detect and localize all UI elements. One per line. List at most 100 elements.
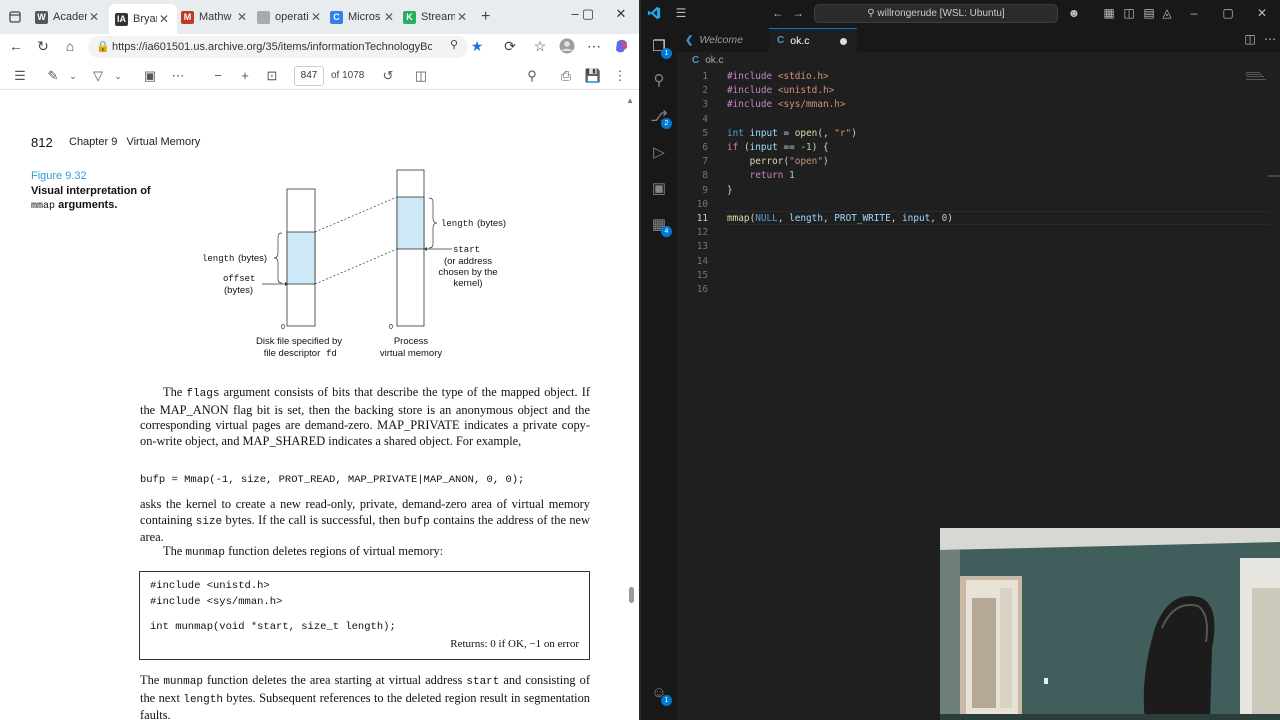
code-line[interactable]: perror("open")	[727, 156, 829, 167]
browser-tab-0[interactable]: W Acader ✕	[35, 6, 101, 28]
extensions-icon[interactable]: ▦ 4	[649, 215, 672, 237]
highlight-icon[interactable]: ✎	[44, 68, 62, 84]
zoom-in-icon[interactable]: +	[236, 68, 254, 83]
tab-ok-c[interactable]: Cok.c	[769, 28, 857, 52]
code-line[interactable]: #include <stdio.h>	[727, 71, 829, 82]
print-icon[interactable]: ⎙	[557, 68, 575, 84]
tab-close-icon[interactable]: ✕	[157, 12, 171, 26]
refresh-icon[interactable]: ↻	[34, 38, 52, 55]
draw-icon[interactable]: ▽	[89, 68, 107, 84]
zoom-out-icon[interactable]: −	[209, 68, 227, 83]
editor-scrollbar[interactable]	[1268, 175, 1280, 177]
favorites-icon[interactable]: ☆	[531, 38, 549, 55]
browser-tab-1[interactable]: IA Bryant✕	[109, 4, 177, 34]
editor-more-icon[interactable]: ⋯	[1262, 32, 1278, 46]
split-editor-icon[interactable]: ◫	[1242, 32, 1258, 46]
code-line[interactable]: int input = open(, "r")	[727, 128, 857, 139]
more-tools-icon[interactable]: ⋯	[169, 68, 187, 84]
zoom-icon[interactable]: ⚲	[445, 38, 463, 51]
code-token: ,	[930, 213, 942, 224]
accounts-icon[interactable]: ☺ 1	[649, 684, 672, 706]
code-token: int	[727, 127, 750, 139]
browser-tab-bar: WAcader✕ IABryant✕MMathw✕ operati✕ CMicros✕…	[0, 0, 639, 34]
unsaved-dot-icon[interactable]	[840, 38, 847, 45]
copilot-icon[interactable]	[613, 38, 631, 57]
code-line[interactable]: #include <unistd.h>	[727, 85, 834, 96]
maximize-button[interactable]: ▢	[1220, 6, 1236, 20]
favorite-star-icon[interactable]: ★	[468, 38, 486, 55]
flags-paragraph: The flags argument consists of bits that…	[140, 385, 590, 448]
line-number: 7	[702, 156, 708, 168]
customize-layout-icon[interactable]: ▦	[1101, 6, 1117, 20]
search-icon[interactable]: ⚲	[523, 68, 541, 84]
diagram-start-label: start	[453, 245, 480, 255]
url-field[interactable]: 🔒 https://ia601501.us.archive.org/35/ite…	[88, 36, 468, 58]
code-line[interactable]: return 1	[727, 170, 795, 181]
toggle-panel-icon[interactable]: ▤	[1141, 6, 1157, 20]
svg-text:(or address: (or address	[444, 256, 492, 267]
menu-icon[interactable]: ☰	[673, 6, 689, 20]
browser-tab-2[interactable]: M Mathw ✕	[181, 6, 249, 28]
minimap[interactable]	[1246, 70, 1268, 82]
close-window-button[interactable]: ✕	[1254, 6, 1270, 20]
search-icon[interactable]: ⚲	[649, 71, 669, 91]
nav-back-icon[interactable]: ←	[770, 6, 786, 20]
svg-text:virtual memory: virtual memory	[380, 348, 443, 359]
tab-title: Stream	[421, 11, 455, 23]
page-view-icon[interactable]: ◫	[412, 68, 430, 84]
browser-tab-5[interactable]: K Stream ✕	[403, 6, 469, 28]
code-line[interactable]: if (input == -1) {	[727, 142, 829, 153]
code-token: NULL	[755, 213, 778, 224]
profile-avatar-icon[interactable]	[558, 38, 576, 57]
rotate-icon[interactable]: ↺	[379, 68, 397, 84]
page-number-input[interactable]: 847	[294, 66, 324, 86]
contents-icon[interactable]: ☰	[11, 68, 29, 84]
pdf-scrollbar-thumb[interactable]	[629, 587, 634, 603]
tab-close-icon[interactable]: ✕	[455, 10, 469, 24]
minimize-button[interactable]: –	[1186, 6, 1202, 20]
highlight-dropdown-icon[interactable]: ⌄	[64, 71, 82, 82]
extensions-icon[interactable]: ⟳	[501, 38, 519, 55]
remote-explorer-icon[interactable]: ▣	[649, 179, 669, 199]
nav-forward-icon[interactable]: →	[790, 6, 806, 20]
close-window-button[interactable]: ✕	[611, 6, 631, 22]
code-line[interactable]: #include <sys/mman.h>	[727, 99, 846, 110]
tab-actions-icon	[9, 11, 21, 23]
explorer-icon[interactable]: ❐ 1	[649, 37, 672, 59]
tab-welcome[interactable]: ❮ Welcome	[677, 28, 769, 52]
line-number: 13	[696, 241, 708, 253]
new-tab-button[interactable]: +	[481, 8, 490, 26]
breadcrumb[interactable]: Cok.c	[677, 52, 1280, 70]
scroll-up-arrow-icon[interactable]: ▲	[626, 96, 634, 105]
pdf-more-icon[interactable]: ⋮	[611, 68, 629, 84]
toggle-secondary-sidebar-icon[interactable]: ◬	[1159, 6, 1175, 20]
tab-close-icon[interactable]: ✕	[309, 10, 323, 24]
line-number: 6	[702, 142, 708, 153]
tab-close-icon[interactable]: ✕	[235, 10, 249, 24]
source-control-icon[interactable]: ⎇ 2	[649, 107, 672, 129]
tab-actions-button[interactable]	[4, 7, 26, 27]
browser-tab-4[interactable]: C Micros ✕	[330, 6, 396, 28]
browser-tab-3[interactable]: operati ✕	[257, 6, 323, 28]
more-menu-icon[interactable]: ⋯	[585, 38, 603, 55]
maximize-button[interactable]: ▢	[578, 6, 598, 22]
run-debug-icon[interactable]: ▷	[649, 143, 669, 163]
code-line[interactable]: }	[727, 185, 733, 196]
fit-page-icon[interactable]: ⊡	[263, 68, 281, 84]
toggle-sidebar-icon[interactable]: ◫	[1121, 6, 1137, 20]
code-token: )	[822, 156, 829, 168]
home-icon[interactable]: ⌂	[61, 38, 79, 54]
tab-close-icon[interactable]: ✕	[382, 10, 396, 24]
screen: WAcader✕ IABryant✕MMathw✕ operati✕ CMicros✕…	[0, 0, 1280, 720]
tab-title: Micros	[348, 11, 381, 23]
draw-dropdown-icon[interactable]: ⌄	[109, 71, 127, 82]
command-center[interactable]: ⚲ willrongerude [WSL: Ubuntu]	[814, 4, 1058, 23]
tab-close-icon[interactable]: ✕	[87, 10, 101, 24]
code-token: <stdio.h>	[777, 71, 829, 82]
copilot-icon[interactable]: ☻	[1066, 6, 1082, 20]
code-token: ,	[822, 213, 835, 224]
save-icon[interactable]: 💾	[584, 68, 602, 84]
code-line[interactable]: mmap(NULL, length, PROT_WRITE, input, 0)	[727, 213, 953, 224]
back-arrow-icon[interactable]: ←	[7, 38, 25, 54]
read-aloud-icon[interactable]: ▣	[141, 68, 159, 84]
